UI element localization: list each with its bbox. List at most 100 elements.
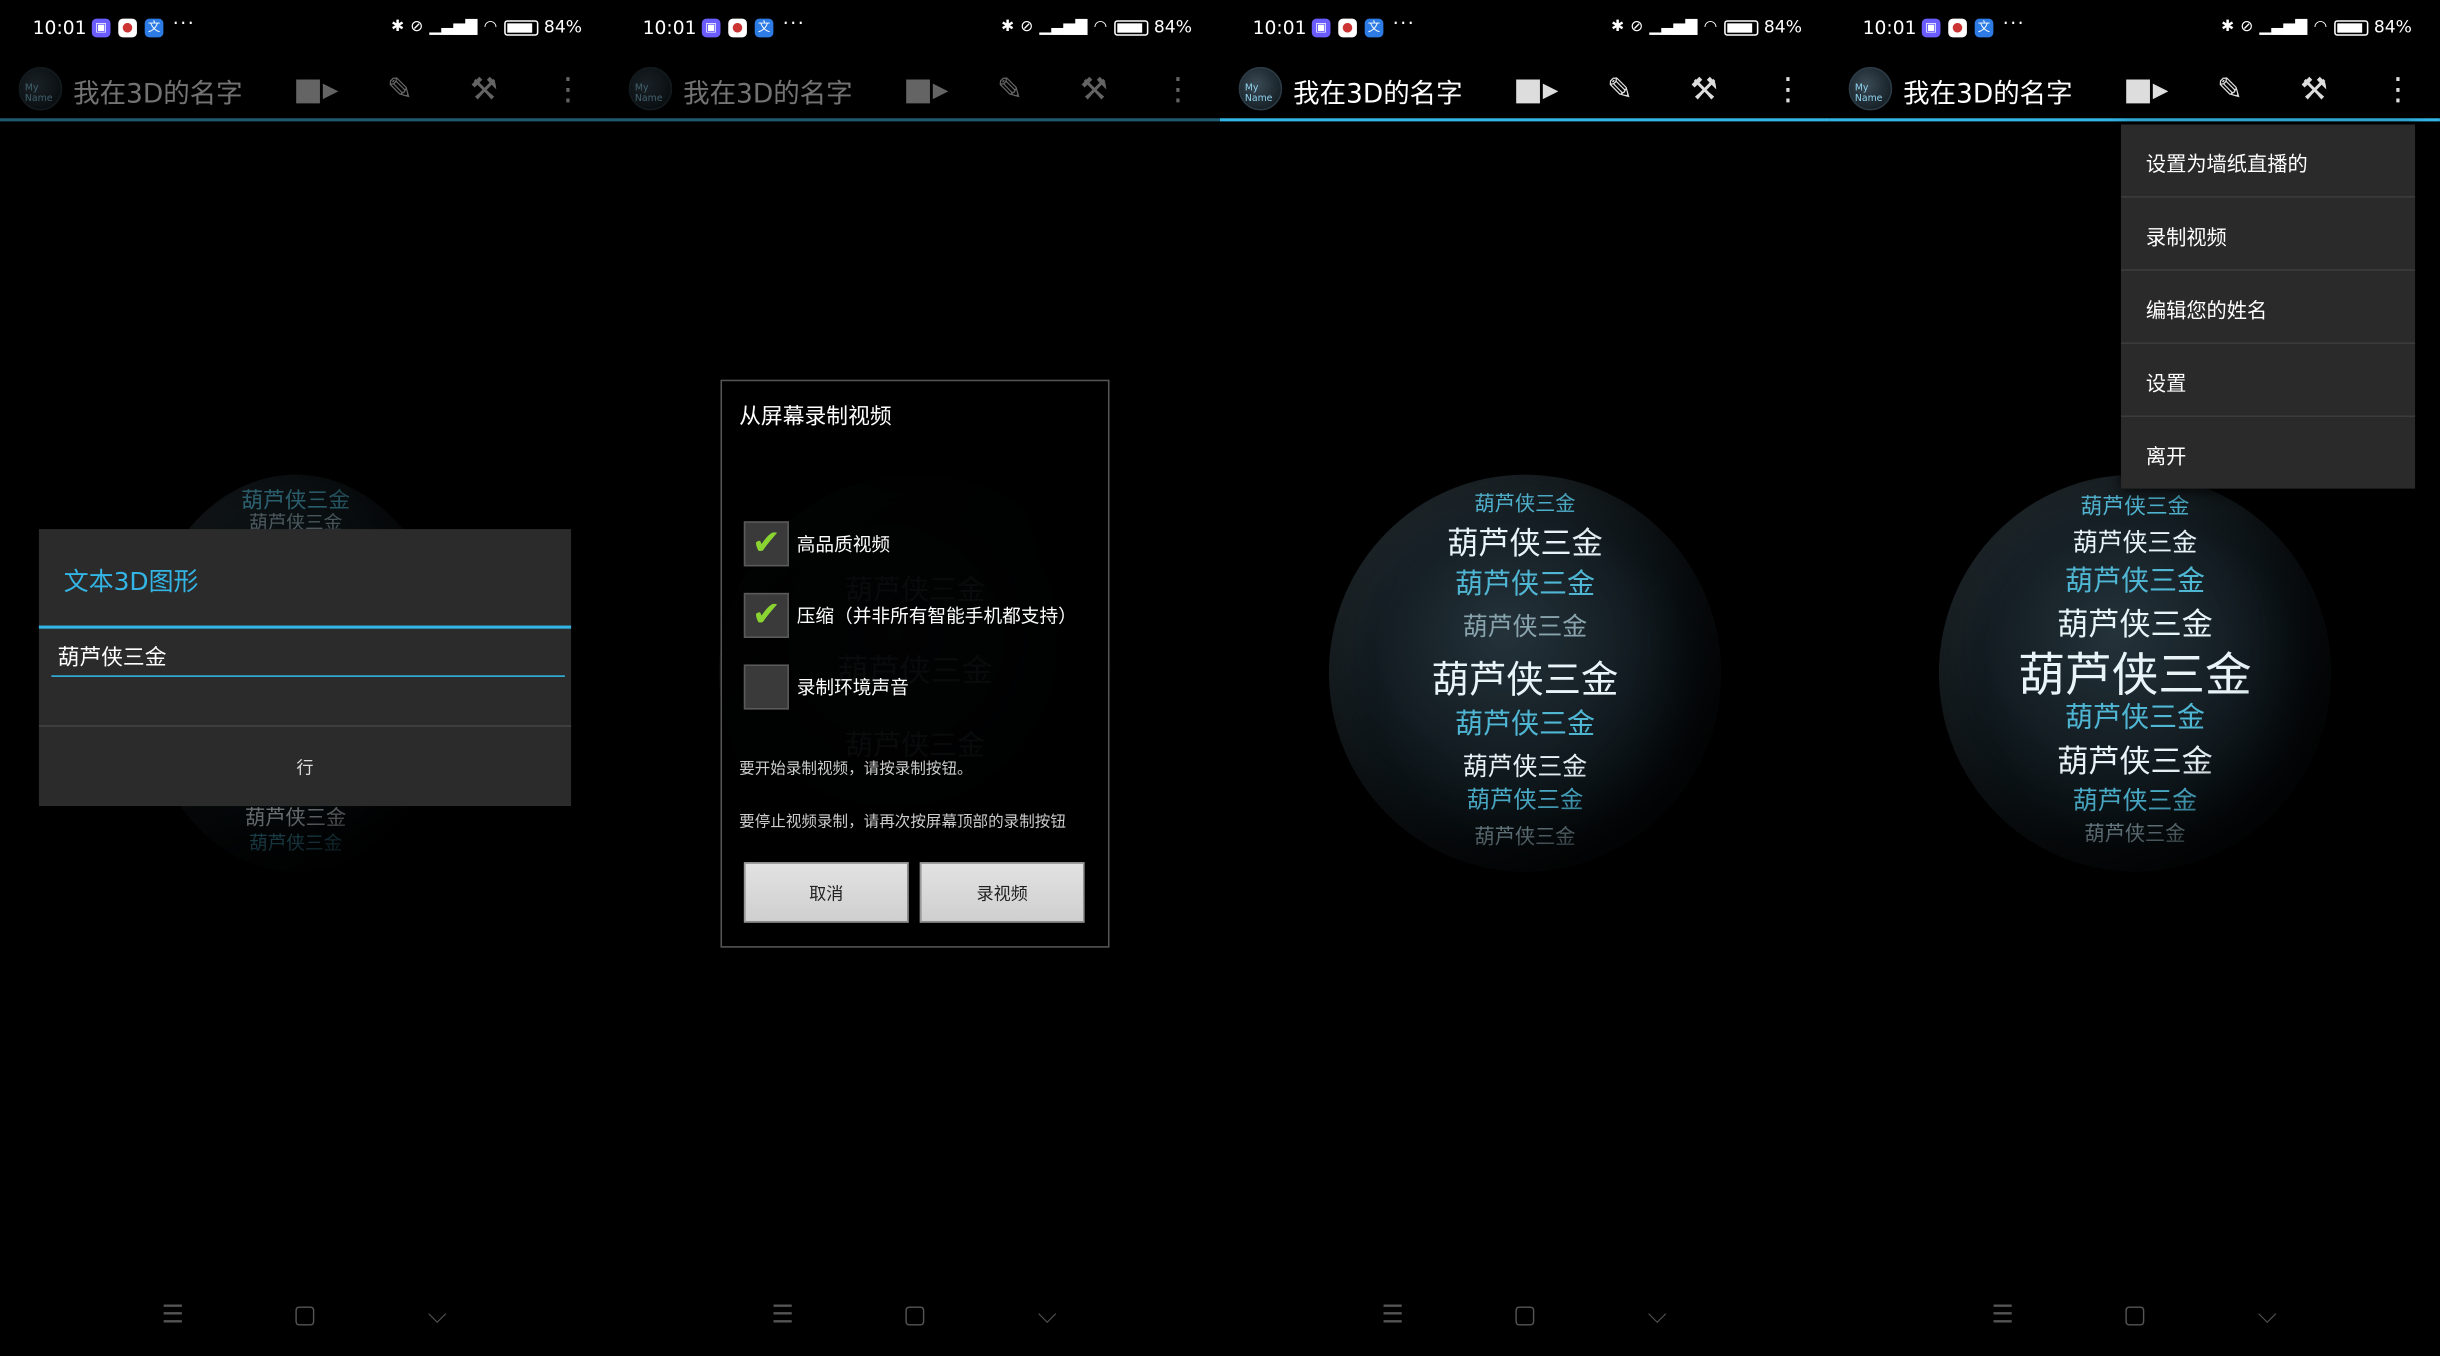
menu-nav-icon[interactable]: ☰ bbox=[1377, 1299, 1408, 1330]
app-title: 我在3D的名字 bbox=[1903, 79, 2073, 111]
home-nav-icon[interactable]: ▢ bbox=[289, 1299, 320, 1330]
menu-nav-icon[interactable]: ☰ bbox=[157, 1299, 188, 1330]
more-notifications-icon: ··· bbox=[172, 12, 196, 35]
option-compress[interactable]: ✔ 压缩（并非所有智能手机都支持） bbox=[743, 592, 1077, 639]
wrench-icon[interactable]: ⚒ bbox=[1074, 68, 1114, 108]
app-notification-icon: ▣ bbox=[1921, 18, 1941, 38]
signal-icon: ▁▃▅▇ bbox=[1039, 18, 1088, 36]
screen-3: 10:01 ▣ ● 文 ··· ✱ ⊘ ▁▃▅▇ ◠ 84% My Name 我… bbox=[1219, 0, 1830, 1356]
app-notification-icon: ▣ bbox=[701, 18, 721, 38]
battery-level: 84% bbox=[543, 17, 582, 38]
app-logo-icon[interactable]: My Name bbox=[628, 66, 673, 111]
action-bar: My Name 我在3D的名字 ■▸ ✎ ⚒ ⋮ bbox=[1219, 56, 1830, 122]
pencil-icon[interactable]: ✎ bbox=[2210, 68, 2250, 108]
pencil-icon[interactable]: ✎ bbox=[990, 68, 1030, 108]
battery-level: 84% bbox=[1153, 17, 1192, 38]
pencil-icon[interactable]: ✎ bbox=[380, 68, 420, 108]
back-nav-icon[interactable]: ⌵ bbox=[1032, 1299, 1063, 1330]
status-bar: 10:01 ▣ ● 文 ··· ✱ ⊘ ▁▃▅▇ ◠ 84% bbox=[1830, 0, 2440, 56]
checkbox-unchecked-icon[interactable] bbox=[743, 664, 789, 710]
app-notification-icon: ● bbox=[1338, 18, 1357, 38]
overflow-menu-icon[interactable]: ⋮ bbox=[2378, 68, 2418, 108]
home-nav-icon[interactable]: ▢ bbox=[899, 1299, 930, 1330]
menu-nav-icon[interactable]: ☰ bbox=[1987, 1299, 2018, 1330]
home-nav-icon[interactable]: ▢ bbox=[1509, 1299, 1540, 1330]
translate-notification-icon: 文 bbox=[1364, 18, 1384, 38]
wrench-icon[interactable]: ⚒ bbox=[1684, 68, 1724, 108]
video-camera-icon[interactable]: ■▸ bbox=[903, 68, 948, 108]
bluetooth-icon: ✱ bbox=[390, 18, 405, 36]
overflow-menu: 设置为墙纸直播的 录制视频 编辑您的姓名 设置 离开 bbox=[2120, 124, 2416, 490]
navigation-bar: ☰ ▢ ⌵ bbox=[1830, 1299, 2440, 1336]
screen-4: 10:01 ▣ ● 文 ··· ✱ ⊘ ▁▃▅▇ ◠ 84% My Name 我… bbox=[1829, 0, 2440, 1356]
option-ambient-sound[interactable]: 录制环境声音 bbox=[743, 664, 909, 710]
pencil-icon[interactable]: ✎ bbox=[1600, 68, 1640, 108]
app-logo-icon[interactable]: My Name bbox=[1238, 66, 1283, 111]
menu-item-settings[interactable]: 设置 bbox=[2120, 344, 2416, 418]
menu-nav-icon[interactable]: ☰ bbox=[767, 1299, 798, 1330]
overflow-menu-icon[interactable]: ⋮ bbox=[548, 68, 588, 108]
action-bar: My Name 我在3D的名字 ■▸ ✎ ⚒ ⋮ bbox=[0, 56, 610, 122]
status-indicators: ✱ ⊘ ▁▃▅▇ ◠ 84% bbox=[1001, 17, 1192, 37]
text-sphere[interactable]: 葫芦侠三金 葫芦侠三金 葫芦侠三金 葫芦侠三金 葫芦侠三金 葫芦侠三金 葫芦侠三… bbox=[1328, 474, 1722, 872]
app-notification-icon: ● bbox=[118, 18, 137, 38]
status-bar: 10:01 ▣ ● 文 ··· ✱ ⊘ ▁▃▅▇ ◠ 84% bbox=[610, 0, 1220, 56]
dialog-title: 文本3D图形 bbox=[63, 566, 199, 596]
cancel-button[interactable]: 取消 bbox=[743, 862, 909, 923]
menu-item-exit[interactable]: 离开 bbox=[2121, 417, 2415, 490]
record-button[interactable]: 录视频 bbox=[919, 862, 1085, 923]
app-logo-icon[interactable]: My Name bbox=[1848, 66, 1893, 111]
video-camera-icon[interactable]: ■▸ bbox=[293, 68, 338, 108]
navigation-bar: ☰ ▢ ⌵ bbox=[610, 1299, 1220, 1336]
wrench-icon[interactable]: ⚒ bbox=[464, 68, 504, 108]
battery-icon bbox=[1113, 19, 1148, 36]
more-notifications-icon: ··· bbox=[1392, 12, 1416, 35]
status-time: 10:01 bbox=[642, 17, 697, 39]
ok-button[interactable]: 行 bbox=[39, 727, 571, 806]
status-indicators: ✱ ⊘ ▁▃▅▇ ◠ 84% bbox=[1611, 17, 1802, 37]
start-instruction: 要开始录制视频，请按录制按钮。 bbox=[739, 760, 973, 779]
status-time: 10:01 bbox=[1862, 17, 1917, 39]
app-notification-icon: ▣ bbox=[91, 18, 111, 38]
video-camera-icon[interactable]: ■▸ bbox=[1513, 68, 1558, 108]
text-sphere[interactable]: 葫芦侠三金 葫芦侠三金 葫芦侠三金 葫芦侠三金 葫芦侠三金 葫芦侠三金 葫芦侠三… bbox=[1938, 474, 2332, 872]
app-notification-icon: ▣ bbox=[1311, 18, 1331, 38]
battery-level: 84% bbox=[2373, 17, 2412, 38]
menu-item-edit-name[interactable]: 编辑您的姓名 bbox=[2120, 271, 2416, 344]
record-video-dialog: 从屏幕录制视频 ✔ 高品质视频 ✔ 压缩（并非所有智能手机都支持） 录制环境声音… bbox=[720, 379, 1110, 948]
battery-icon bbox=[2333, 19, 2368, 36]
screen-2: 10:01 ▣ ● 文 ··· ✱ ⊘ ▁▃▅▇ ◠ 84% My Name 我… bbox=[609, 0, 1220, 1356]
app-title: 我在3D的名字 bbox=[1293, 79, 1463, 111]
name-input[interactable] bbox=[51, 638, 565, 677]
more-notifications-icon: ··· bbox=[782, 12, 806, 35]
action-bar: My Name 我在3D的名字 ■▸ ✎ ⚒ ⋮ bbox=[1829, 56, 2440, 122]
bluetooth-icon: ✱ bbox=[1000, 18, 1015, 36]
wrench-icon[interactable]: ⚒ bbox=[2294, 68, 2334, 108]
mute-icon: ⊘ bbox=[1630, 18, 1644, 36]
bluetooth-icon: ✱ bbox=[2220, 18, 2235, 36]
menu-item-set-wallpaper[interactable]: 设置为墙纸直播的 bbox=[2120, 124, 2416, 198]
menu-item-record-video[interactable]: 录制视频 bbox=[2120, 198, 2416, 271]
translate-notification-icon: 文 bbox=[754, 18, 774, 38]
dialog-title: 从屏幕录制视频 bbox=[739, 404, 892, 430]
navigation-bar: ☰ ▢ ⌵ bbox=[0, 1299, 610, 1336]
app-title: 我在3D的名字 bbox=[73, 79, 243, 111]
checkbox-checked-icon[interactable]: ✔ bbox=[743, 592, 789, 639]
video-camera-icon[interactable]: ■▸ bbox=[2123, 68, 2168, 108]
app-logo-icon[interactable]: My Name bbox=[18, 66, 63, 111]
checkbox-checked-icon[interactable]: ✔ bbox=[743, 521, 789, 567]
app-notification-icon: ● bbox=[728, 18, 747, 38]
back-nav-icon[interactable]: ⌵ bbox=[2252, 1299, 2283, 1330]
option-high-quality[interactable]: ✔ 高品质视频 bbox=[743, 521, 890, 567]
overflow-menu-icon[interactable]: ⋮ bbox=[1768, 68, 1808, 108]
battery-icon bbox=[1723, 19, 1758, 36]
wifi-icon: ◠ bbox=[1093, 18, 1108, 36]
status-indicators: ✱ ⊘ ▁▃▅▇ ◠ 84% bbox=[391, 17, 582, 37]
status-bar: 10:01 ▣ ● 文 ··· ✱ ⊘ ▁▃▅▇ ◠ 84% bbox=[0, 0, 610, 56]
back-nav-icon[interactable]: ⌵ bbox=[1642, 1299, 1673, 1330]
home-nav-icon[interactable]: ▢ bbox=[2119, 1299, 2150, 1330]
overflow-menu-icon[interactable]: ⋮ bbox=[1158, 68, 1198, 108]
status-indicators: ✱ ⊘ ▁▃▅▇ ◠ 84% bbox=[2221, 17, 2412, 37]
navigation-bar: ☰ ▢ ⌵ bbox=[1220, 1299, 1830, 1336]
back-nav-icon[interactable]: ⌵ bbox=[422, 1299, 453, 1330]
